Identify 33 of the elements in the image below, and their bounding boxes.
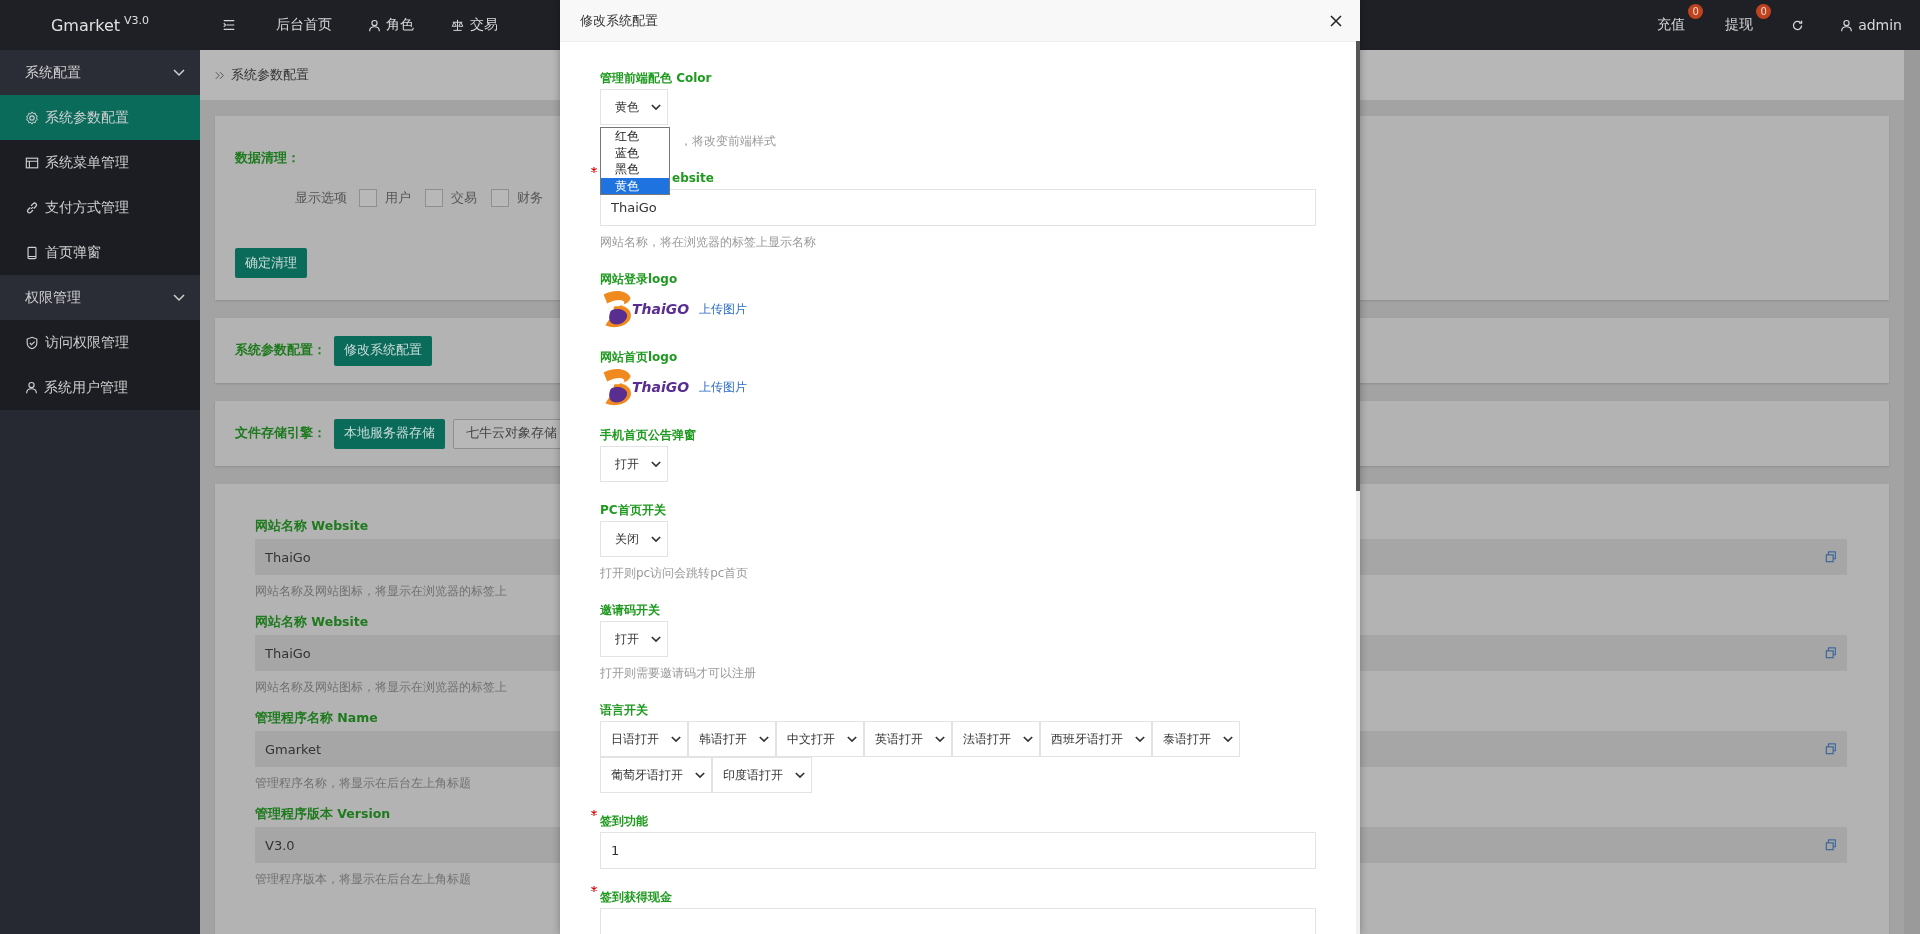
field-label: 管理程序名称 Name (255, 710, 378, 727)
field-hint: 网站名称，将在浏览器的标签上显示名称 (600, 234, 817, 251)
field-label: 管理前端配色 Color (600, 71, 712, 85)
field-label: 网站名称 Website (255, 614, 369, 631)
options-label: 显示选项 (295, 189, 347, 207)
count-badge: 0 (1688, 4, 1704, 19)
field-label: 网站名称 Website (255, 518, 369, 535)
field-label: ebsite (672, 171, 714, 185)
field-label: 网站登录logo (600, 272, 678, 286)
field-hint: ，将改变前端样式 (680, 133, 777, 150)
breadcrumb: 系统参数配置 (231, 66, 309, 84)
field-label: 签到获得现金 (600, 890, 672, 904)
checkbox-label: 用户 (385, 189, 411, 207)
field-label: 手机首页公告弹窗 (600, 428, 696, 442)
logo-text: ThaiGO (632, 301, 690, 317)
field-label: 管理程序版本 Version (255, 806, 391, 823)
field-label: 签到功能 (600, 814, 648, 828)
field-label: 邀请码开关 (600, 603, 660, 617)
logo-text: ThaiGO (632, 379, 690, 395)
field-label: PC首页开关 (600, 503, 666, 517)
checkbox-label: 交易 (451, 189, 477, 207)
section-title: 文件存储引擎： (235, 425, 326, 442)
section-title: 数据清理： (235, 149, 300, 167)
field-label: 网站首页logo (600, 350, 678, 364)
count-badge: 0 (1756, 4, 1772, 19)
field-hint: 打开则pc访问会跳转pc首页 (600, 565, 750, 582)
section-title: 系统参数配置： (235, 342, 326, 359)
version-label: V3.0 (124, 14, 150, 27)
field-hint: 打开则需要邀请码才可以注册 (600, 665, 757, 682)
dialog-title: 修改系统配置 (580, 11, 658, 30)
field-label: 语言开关 (600, 703, 648, 717)
checkbox-label: 财务 (517, 189, 543, 207)
app-title: Gmarket (50, 15, 121, 35)
